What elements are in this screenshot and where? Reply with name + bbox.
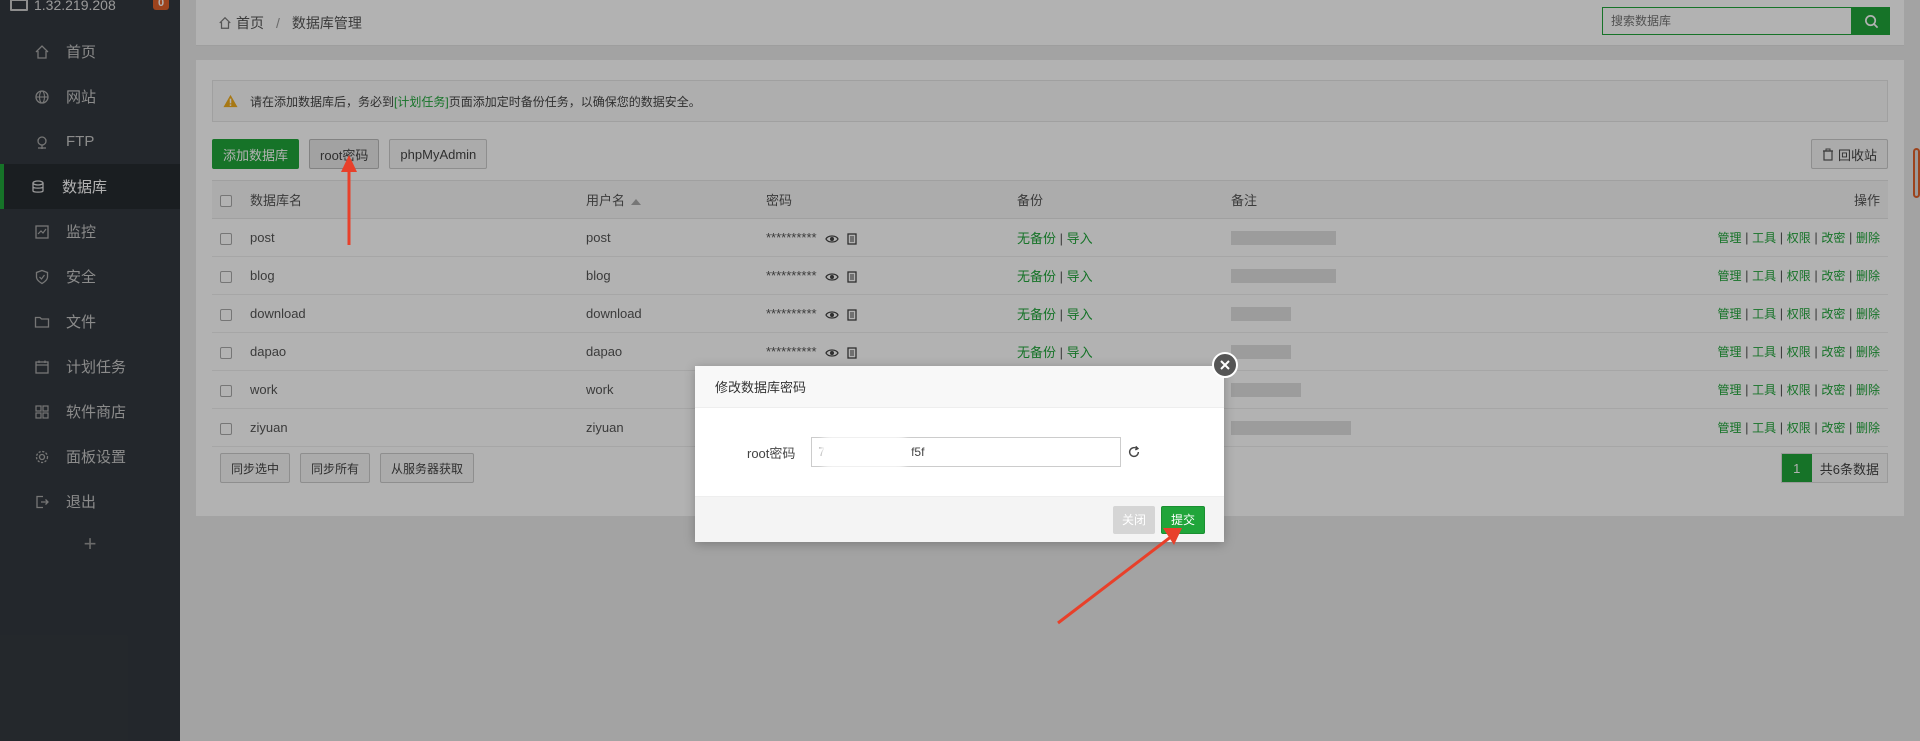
password-value-end: f5f [911, 445, 925, 459]
root-password-label: root密码 [747, 445, 796, 461]
dialog-submit-button[interactable]: 提交 [1160, 505, 1205, 534]
refresh-icon[interactable] [1127, 445, 1141, 459]
dialog-close-button[interactable]: 关闭 [1112, 505, 1155, 534]
root-password-field[interactable]: 7 f5f [811, 437, 1122, 467]
dialog-title: 修改数据库密码 [695, 366, 1224, 408]
dialog-body: root密码 7 f5f [695, 408, 1224, 496]
dialog-footer: 关闭 提交 [695, 496, 1224, 542]
change-password-dialog: 修改数据库密码 root密码 7 f5f 关闭 提交 [695, 352, 1238, 542]
close-icon[interactable] [1212, 352, 1238, 378]
redaction-mask [824, 440, 905, 464]
